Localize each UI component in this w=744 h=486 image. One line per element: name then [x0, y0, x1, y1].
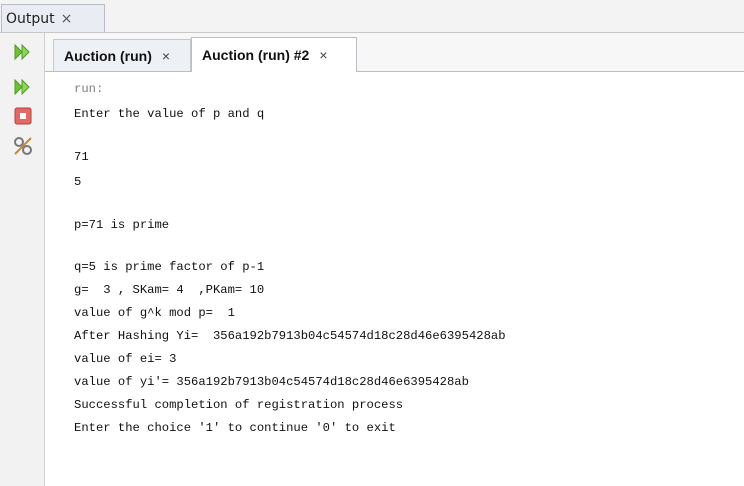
- console-line: Enter the choice '1' to continue '0' to …: [74, 421, 396, 435]
- console-line: 71: [74, 150, 89, 164]
- output-tab[interactable]: Output ×: [1, 4, 105, 32]
- console-line: p=71 is prime: [74, 218, 170, 232]
- console-line: After Hashing Yi= 356a192b7913b04c54574d…: [74, 329, 506, 343]
- console-line: 5: [74, 175, 82, 189]
- output-toolbar: [0, 33, 45, 486]
- tab-label: Auction (run): [64, 47, 152, 64]
- close-icon[interactable]: ×: [162, 48, 170, 64]
- stop-icon[interactable]: [12, 105, 34, 127]
- console-line: g= 3 , SKam= 4 ,PKam= 10: [74, 283, 265, 297]
- console-line: value of yi'= 356a192b7913b04c54574d18c2…: [74, 375, 469, 389]
- settings-icon[interactable]: [12, 135, 34, 157]
- close-icon[interactable]: ×: [319, 47, 327, 63]
- console-line: run:: [74, 82, 104, 96]
- tab-auction-run[interactable]: Auction (run) ×: [53, 39, 191, 71]
- console-line: value of ei= 3: [74, 352, 177, 366]
- console-line: value of g^k mod p= 1: [74, 306, 235, 320]
- tab-label: Auction (run) #2: [202, 47, 310, 63]
- console-line: Enter the value of p and q: [74, 107, 265, 121]
- console-line: q=5 is prime factor of p-1: [74, 260, 265, 274]
- close-icon[interactable]: ×: [61, 11, 73, 27]
- output-window-tab-bar: Output ×: [0, 0, 744, 33]
- console-output[interactable]: run: Enter the value of p and q 71 5 p=7…: [45, 72, 744, 486]
- console-line: Successful completion of registration pr…: [74, 398, 404, 412]
- tab-auction-run-2[interactable]: Auction (run) #2 ×: [191, 37, 357, 72]
- output-tab-label: Output: [6, 10, 55, 27]
- rerun-icon[interactable]: [12, 41, 34, 63]
- run-tabs: Auction (run) × Auction (run) #2 ×: [45, 33, 744, 72]
- rerun-with-options-icon[interactable]: [12, 76, 34, 98]
